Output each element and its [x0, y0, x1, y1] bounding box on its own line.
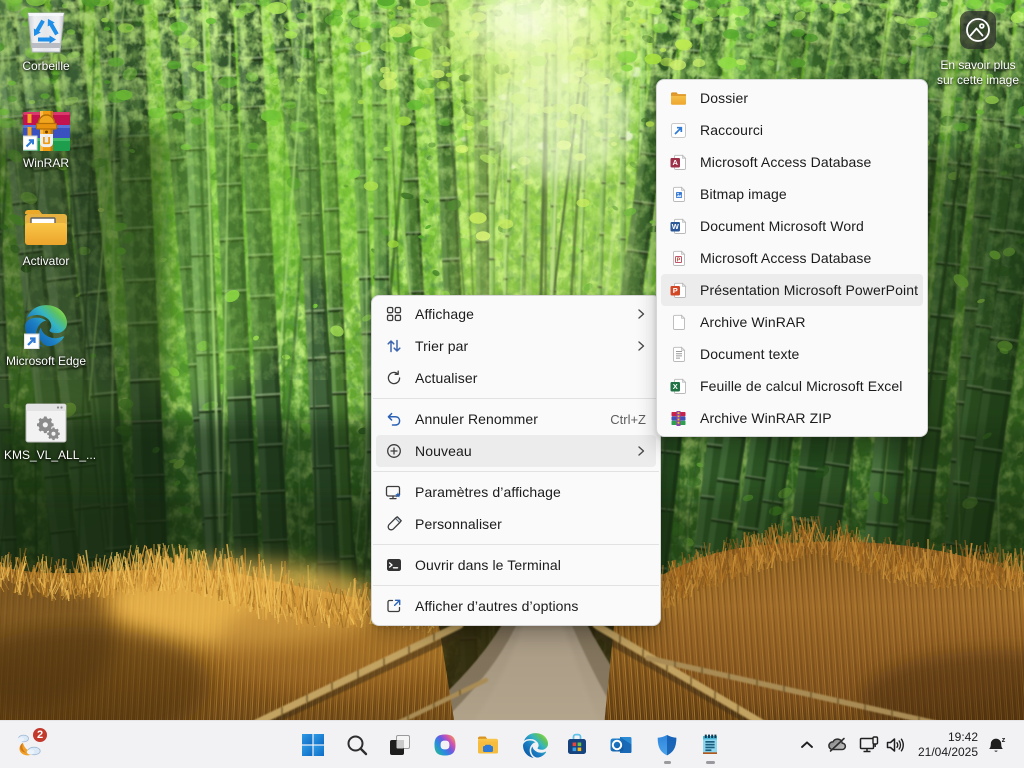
svg-text:W: W: [672, 222, 680, 231]
svg-text:z: z: [1002, 735, 1006, 744]
svg-text:A: A: [673, 158, 679, 167]
svg-text:P: P: [677, 257, 681, 263]
svg-text:X: X: [673, 382, 678, 391]
svg-text:P: P: [673, 286, 678, 295]
